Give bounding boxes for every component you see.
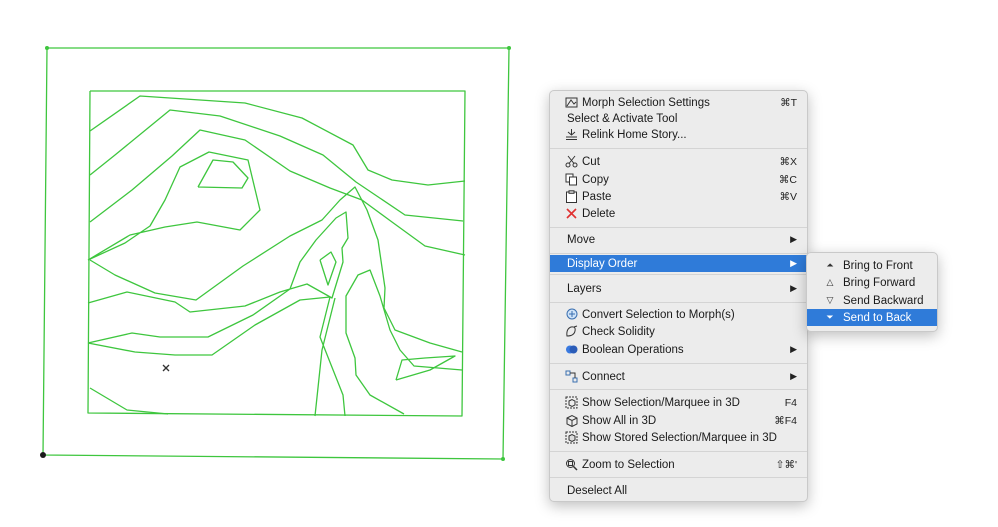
- stored-3d-icon: [565, 431, 578, 444]
- submenu-item-bring-to-front[interactable]: ⏶ Bring to Front: [807, 257, 937, 274]
- submenu-item-send-backward[interactable]: ▽ Send Backward: [807, 292, 937, 309]
- menu-separator: [550, 274, 807, 275]
- submenu-item-send-to-back[interactable]: ⏷ Send to Back: [807, 309, 937, 326]
- clipboard-icon: [565, 190, 578, 203]
- menu-item-deselect-all[interactable]: Deselect All: [550, 482, 807, 499]
- submenu-arrow-icon: ▶: [790, 344, 797, 354]
- menu-item-boolean-operations[interactable]: Boolean Operations ▶: [550, 341, 807, 358]
- menu-item-connect[interactable]: Connect ▶: [550, 368, 807, 385]
- corner-handle-selected[interactable]: [40, 452, 46, 458]
- submenu-arrow-icon: ▶: [790, 258, 797, 268]
- menu-item-delete[interactable]: Delete: [550, 205, 807, 222]
- contour-line[interactable]: [197, 159, 249, 189]
- menu-item-paste[interactable]: Paste ⌘V: [550, 188, 807, 205]
- check-solidity-icon: [565, 325, 578, 338]
- contour-line[interactable]: [345, 269, 463, 415]
- contour-line[interactable]: [89, 95, 466, 186]
- corner-handle[interactable]: [45, 46, 49, 50]
- menu-separator: [550, 253, 807, 254]
- menu-item-check-solidity[interactable]: Check Solidity: [550, 323, 807, 340]
- submenu-arrow-icon: ▶: [790, 371, 797, 381]
- menu-item-move[interactable]: Move ▶: [550, 231, 807, 248]
- menu-item-show-stored-selection-3d[interactable]: Show Stored Selection/Marquee in 3D: [550, 429, 807, 446]
- submenu-arrow-icon: ▶: [790, 234, 797, 244]
- contour-line[interactable]: [87, 296, 346, 417]
- outer-selection-frame[interactable]: [42, 47, 510, 460]
- menu-item-convert-to-morph[interactable]: Convert Selection to Morph(s): [550, 306, 807, 323]
- submenu-arrow-icon: ▶: [790, 283, 797, 293]
- menu-item-zoom-to-selection[interactable]: Zoom to Selection ⇧⌘': [550, 456, 807, 473]
- zoom-icon: [565, 458, 578, 471]
- relink-story-icon: [565, 128, 578, 141]
- scissors-icon: [565, 155, 578, 168]
- menu-separator: [550, 451, 807, 452]
- menu-separator: [550, 389, 807, 390]
- menu-item-layers[interactable]: Layers ▶: [550, 280, 807, 297]
- menu-item-relink-home-story[interactable]: Relink Home Story...: [550, 126, 807, 143]
- display-order-submenu: ⏶ Bring to Front △ Bring Forward ▽ Send …: [806, 252, 938, 332]
- menu-item-show-all-3d[interactable]: Show All in 3D ⌘F4: [550, 412, 807, 429]
- contour-line[interactable]: [89, 129, 466, 256]
- contour-line[interactable]: [87, 151, 261, 261]
- menu-item-morph-selection-settings[interactable]: Morph Selection Settings ⌘T: [550, 94, 807, 111]
- contour-line[interactable]: [89, 387, 169, 415]
- contour-line[interactable]: [89, 186, 463, 353]
- menu-item-copy[interactable]: Copy ⌘C: [550, 171, 807, 188]
- morph-boundary[interactable]: [87, 90, 466, 417]
- bring-to-front-icon: ⏶: [826, 260, 834, 270]
- menu-item-display-order[interactable]: Display Order ▶: [550, 255, 807, 272]
- show-all-3d-icon: [565, 414, 578, 427]
- menu-separator: [550, 363, 807, 364]
- submenu-item-bring-forward[interactable]: △ Bring Forward: [807, 274, 937, 291]
- connect-icon: [565, 370, 578, 383]
- corner-handle[interactable]: [501, 457, 505, 461]
- contour-line[interactable]: [319, 251, 337, 286]
- corner-handle[interactable]: [507, 46, 511, 50]
- send-to-back-icon: ⏷: [826, 312, 834, 322]
- menu-separator: [550, 148, 807, 149]
- contour-line[interactable]: [89, 109, 464, 222]
- bring-forward-icon: △: [826, 277, 834, 287]
- contour-line[interactable]: [87, 211, 349, 344]
- context-menu: Morph Selection Settings ⌘T Select & Act…: [549, 90, 808, 502]
- boolean-icon: [565, 343, 578, 356]
- menu-item-select-activate-tool[interactable]: Select & Activate Tool: [550, 110, 807, 127]
- menu-item-cut[interactable]: Cut ⌘X: [550, 153, 807, 170]
- convert-morph-icon: [565, 308, 578, 321]
- morph-settings-icon: [565, 96, 578, 109]
- menu-separator: [550, 302, 807, 303]
- menu-item-show-selection-3d[interactable]: Show Selection/Marquee in 3D F4: [550, 394, 807, 411]
- delete-x-icon: [565, 207, 578, 220]
- show-3d-icon: [565, 396, 578, 409]
- contour-line[interactable]: [395, 355, 456, 381]
- menu-separator: [550, 227, 807, 228]
- send-backward-icon: ▽: [826, 295, 834, 305]
- copy-icon: [565, 173, 578, 186]
- menu-separator: [550, 477, 807, 478]
